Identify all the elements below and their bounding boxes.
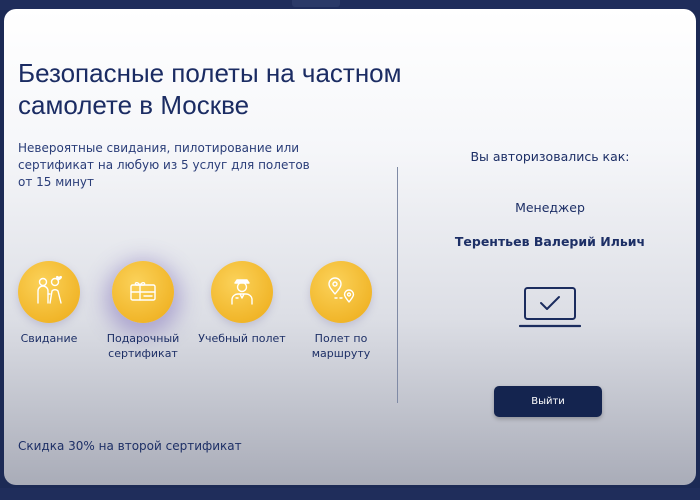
user-role: Менеджер xyxy=(515,200,585,215)
couple-icon xyxy=(18,261,80,323)
service-route-flight[interactable]: Полет по маршруту xyxy=(291,261,391,361)
service-gift-certificate[interactable]: Подарочный сертификат xyxy=(93,261,193,361)
logout-button[interactable]: Выйти xyxy=(494,386,602,417)
vertical-divider xyxy=(397,167,398,403)
user-name: Терентьев Валерий Ильич xyxy=(454,234,646,249)
route-pins-icon xyxy=(310,261,372,323)
services-row: Свидание Подарочный сертификат Учебный п… xyxy=(4,261,394,371)
service-training-flight[interactable]: Учебный полет xyxy=(192,261,292,346)
top-notch xyxy=(292,0,340,7)
service-label: Полет по маршруту xyxy=(311,332,371,360)
promo-text: Скидка 30% на второй сертификат xyxy=(18,439,242,453)
service-label: Свидание xyxy=(20,332,78,345)
gift-certificate-icon xyxy=(112,261,174,323)
pilot-icon xyxy=(211,261,273,323)
page-title: Безопасные полеты на частном самолете в … xyxy=(18,58,402,120)
service-label: Подарочный сертификат xyxy=(106,332,180,360)
window-bottom-bar xyxy=(0,488,700,500)
laptop-check-icon xyxy=(519,287,581,328)
main-card: Безопасные полеты на частном самолете в … xyxy=(4,9,696,485)
service-date[interactable]: Свидание xyxy=(4,261,99,346)
page-subtitle: Невероятные свидания, пилотирование или … xyxy=(18,141,310,189)
service-label: Учебный полет xyxy=(198,332,286,345)
auth-title: Вы авторизовались как: xyxy=(470,149,630,164)
